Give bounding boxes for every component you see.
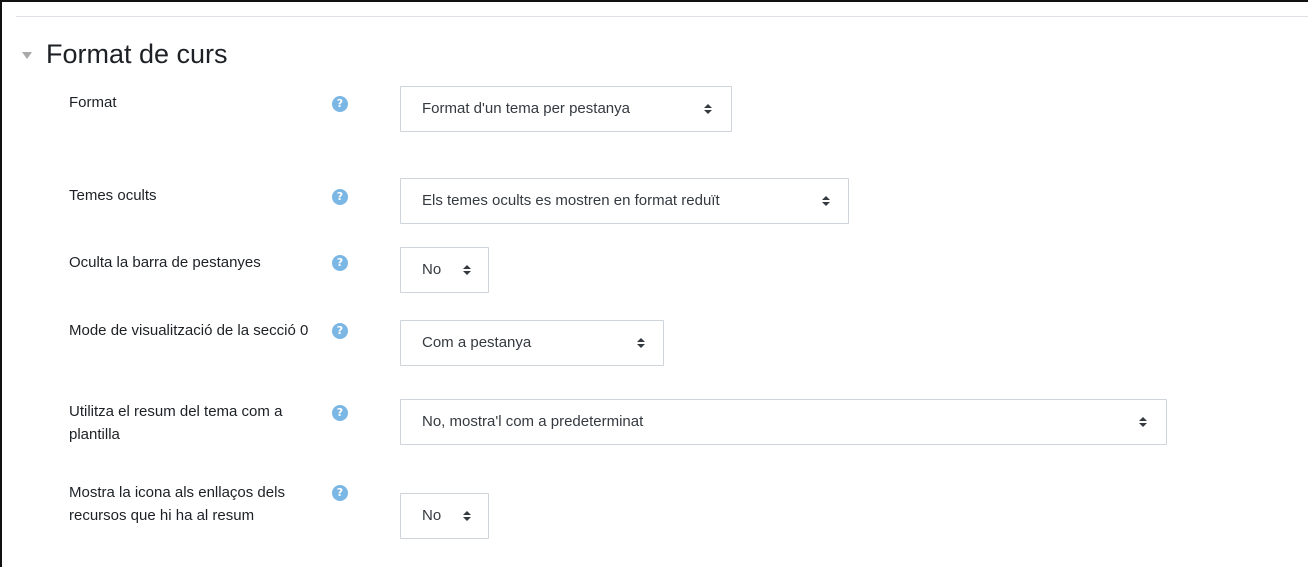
format-select-value: Format d'un tema per pestanya (422, 100, 630, 117)
field-label-temes-ocults: Temes ocults (69, 187, 157, 204)
sort-arrows-icon (704, 104, 712, 114)
help-icon[interactable]: ? (332, 96, 348, 112)
sort-arrows-icon (1139, 417, 1147, 427)
field-label-mode-visualitzacio: Mode de visualització de la secció 0 (69, 322, 309, 339)
sort-arrows-icon (822, 196, 830, 206)
mode-visualitzacio-select-value: Com a pestanya (422, 334, 532, 351)
help-icon[interactable]: ? (332, 189, 348, 205)
field-label-utilitza-resum: Utilitza el resum del tema com a plantil… (69, 403, 283, 443)
help-icon[interactable]: ? (332, 405, 348, 421)
oculta-barra-select-value: No (422, 261, 442, 278)
mostra-icona-select[interactable]: No (400, 493, 489, 539)
temes-ocults-select[interactable]: Els temes ocults es mostren en format re… (400, 178, 849, 224)
settings-panel: Format de curs Format ? Format d'un tema… (0, 0, 1308, 567)
field-label-format: Format (69, 94, 117, 111)
field-label-oculta-barra: Oculta la barra de pestanyes (69, 254, 261, 271)
chevron-down-icon[interactable] (22, 51, 32, 59)
field-label-mostra-icona: Mostra la icona als enllaços dels recurs… (69, 484, 285, 524)
mode-visualitzacio-select[interactable]: Com a pestanya (400, 320, 664, 366)
sort-arrows-icon (463, 511, 471, 521)
help-icon[interactable]: ? (332, 323, 348, 339)
sort-arrows-icon (463, 265, 471, 275)
mostra-icona-select-value: No (422, 507, 442, 524)
help-icon[interactable]: ? (332, 485, 348, 501)
utilitza-resum-select[interactable]: No, mostra'l com a predeterminat (400, 399, 1167, 445)
section-header-format-de-curs[interactable]: Format de curs (22, 34, 228, 74)
temes-ocults-select-value: Els temes ocults es mostren en format re… (422, 192, 720, 209)
divider (16, 16, 1308, 17)
oculta-barra-select[interactable]: No (400, 247, 489, 293)
utilitza-resum-select-value: No, mostra'l com a predeterminat (422, 413, 644, 430)
format-select[interactable]: Format d'un tema per pestanya (400, 86, 732, 132)
section-title: Format de curs (46, 39, 228, 69)
sort-arrows-icon (637, 338, 645, 348)
help-icon[interactable]: ? (332, 255, 348, 271)
